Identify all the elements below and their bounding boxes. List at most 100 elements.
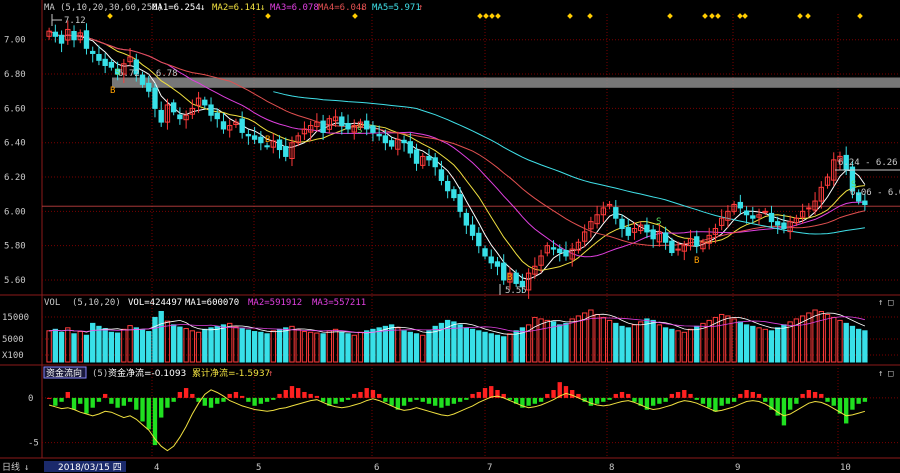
flow-bar [482, 388, 488, 398]
volume-bar [258, 331, 264, 363]
flow-bar [831, 397, 836, 406]
candle-down [501, 262, 507, 281]
flow-indicator-label[interactable]: 资金流向 [46, 367, 82, 379]
flow-bar [619, 391, 625, 398]
volume-bar [52, 328, 59, 363]
period-down-arrow[interactable]: ↓ [24, 463, 29, 473]
volume-bar [108, 331, 115, 363]
vol-pin-icon[interactable]: ↑ [878, 298, 883, 308]
volume-tick-label: X100 [2, 351, 24, 361]
flow-bar [713, 397, 718, 412]
flow-bar [84, 397, 89, 414]
flow-bar [252, 397, 257, 406]
volume-bar [855, 328, 862, 363]
price-tick-label: 6.00 [4, 207, 26, 217]
flow-bar [825, 397, 830, 402]
volume-bar [90, 322, 96, 363]
flow-window-icon[interactable]: □ [888, 369, 894, 379]
flow-bar [856, 397, 861, 404]
flow-bar [389, 397, 394, 406]
candle-down [102, 58, 108, 66]
candle-down [108, 61, 115, 68]
candle-down [775, 221, 781, 226]
ma1-value: MA1=6.254 [152, 3, 201, 13]
candle-down [407, 141, 413, 154]
ma4-down-arrow: ↓ [360, 3, 365, 13]
flow-bar [165, 397, 170, 408]
price-tick-label: 6.80 [4, 70, 26, 80]
flow-bar [451, 397, 457, 404]
ma1-down-arrow: ↓ [200, 3, 205, 13]
volume-bar [849, 325, 856, 363]
flow-bar [364, 388, 369, 398]
candle-down [494, 261, 501, 267]
candle-down [202, 99, 208, 106]
candle-down [650, 229, 656, 240]
candle-down [152, 87, 158, 109]
volume-bar [58, 331, 65, 363]
flow-bar [682, 390, 687, 398]
candle-down [177, 114, 183, 120]
band-price-label: 6.72 - 6.78 [118, 69, 178, 79]
flow-bar [545, 393, 550, 398]
signal-s-1: S [115, 68, 120, 78]
ma5-up-arrow: ↑ [418, 3, 423, 13]
flow-bar [694, 397, 699, 400]
candle-down [482, 248, 488, 257]
candle-down [469, 224, 476, 236]
candle-down [557, 248, 563, 254]
flow-bar [594, 397, 600, 404]
flow-bar [146, 397, 151, 430]
volume-bar [114, 332, 121, 363]
volume-bar [177, 326, 183, 363]
candle-down [662, 232, 669, 243]
vol-ma2-value: MA2=591912 [248, 298, 302, 308]
volume-bar [750, 325, 756, 363]
flow-bar [376, 393, 382, 398]
flow-bar [700, 397, 706, 404]
vol-window-icon[interactable]: □ [888, 298, 894, 308]
flow-bar [563, 386, 569, 398]
flow-bar [725, 397, 731, 404]
flow-bar [781, 397, 787, 426]
ma2-down-arrow: ↓ [260, 3, 265, 13]
month-label: 5 [256, 463, 261, 473]
signal-s-4: S [851, 180, 856, 190]
volume-bar [494, 334, 501, 363]
ma-indicator-label[interactable]: MA [44, 3, 55, 13]
volume-bar [843, 322, 849, 363]
vol-indicator-label[interactable]: VOL [44, 298, 60, 308]
stock-chart[interactable]: 7.006.806.606.406.206.005.805.60 1500050… [0, 0, 900, 473]
volume-bar [781, 324, 787, 363]
flow-bar [109, 397, 114, 404]
flow-bar [370, 390, 376, 398]
volume-bar [71, 333, 77, 363]
flow-bar [283, 390, 288, 398]
flow-pin-icon[interactable]: ↑ [878, 369, 883, 379]
flow-bar [152, 397, 158, 446]
flow-bar [445, 397, 450, 406]
flow-bar [731, 397, 737, 402]
flow-bar [744, 390, 749, 398]
candle-down [457, 194, 463, 212]
flow-bar [246, 397, 251, 402]
flow-net-value: 资金净流=-0.1093 [108, 367, 186, 379]
candle-down [239, 118, 245, 133]
flow-bar [65, 391, 70, 398]
flow-bar [264, 397, 270, 402]
flow-bar [190, 393, 195, 398]
volume-bar [320, 333, 326, 363]
flow-bar [464, 397, 469, 400]
vol-ma3-value: MA3=557211 [312, 298, 366, 308]
candle-down [413, 149, 420, 164]
flow-bar [408, 397, 413, 402]
volume-bar [413, 333, 420, 363]
candle-down [613, 207, 619, 219]
period-label[interactable]: 日线 [2, 461, 20, 473]
candle-down [438, 169, 445, 181]
low-price-label: 5.55 [505, 286, 527, 296]
flow-bar [862, 397, 868, 402]
volume-bar [501, 336, 507, 363]
ma2-value: MA2=6.141 [212, 3, 261, 13]
candle-down [488, 256, 494, 264]
